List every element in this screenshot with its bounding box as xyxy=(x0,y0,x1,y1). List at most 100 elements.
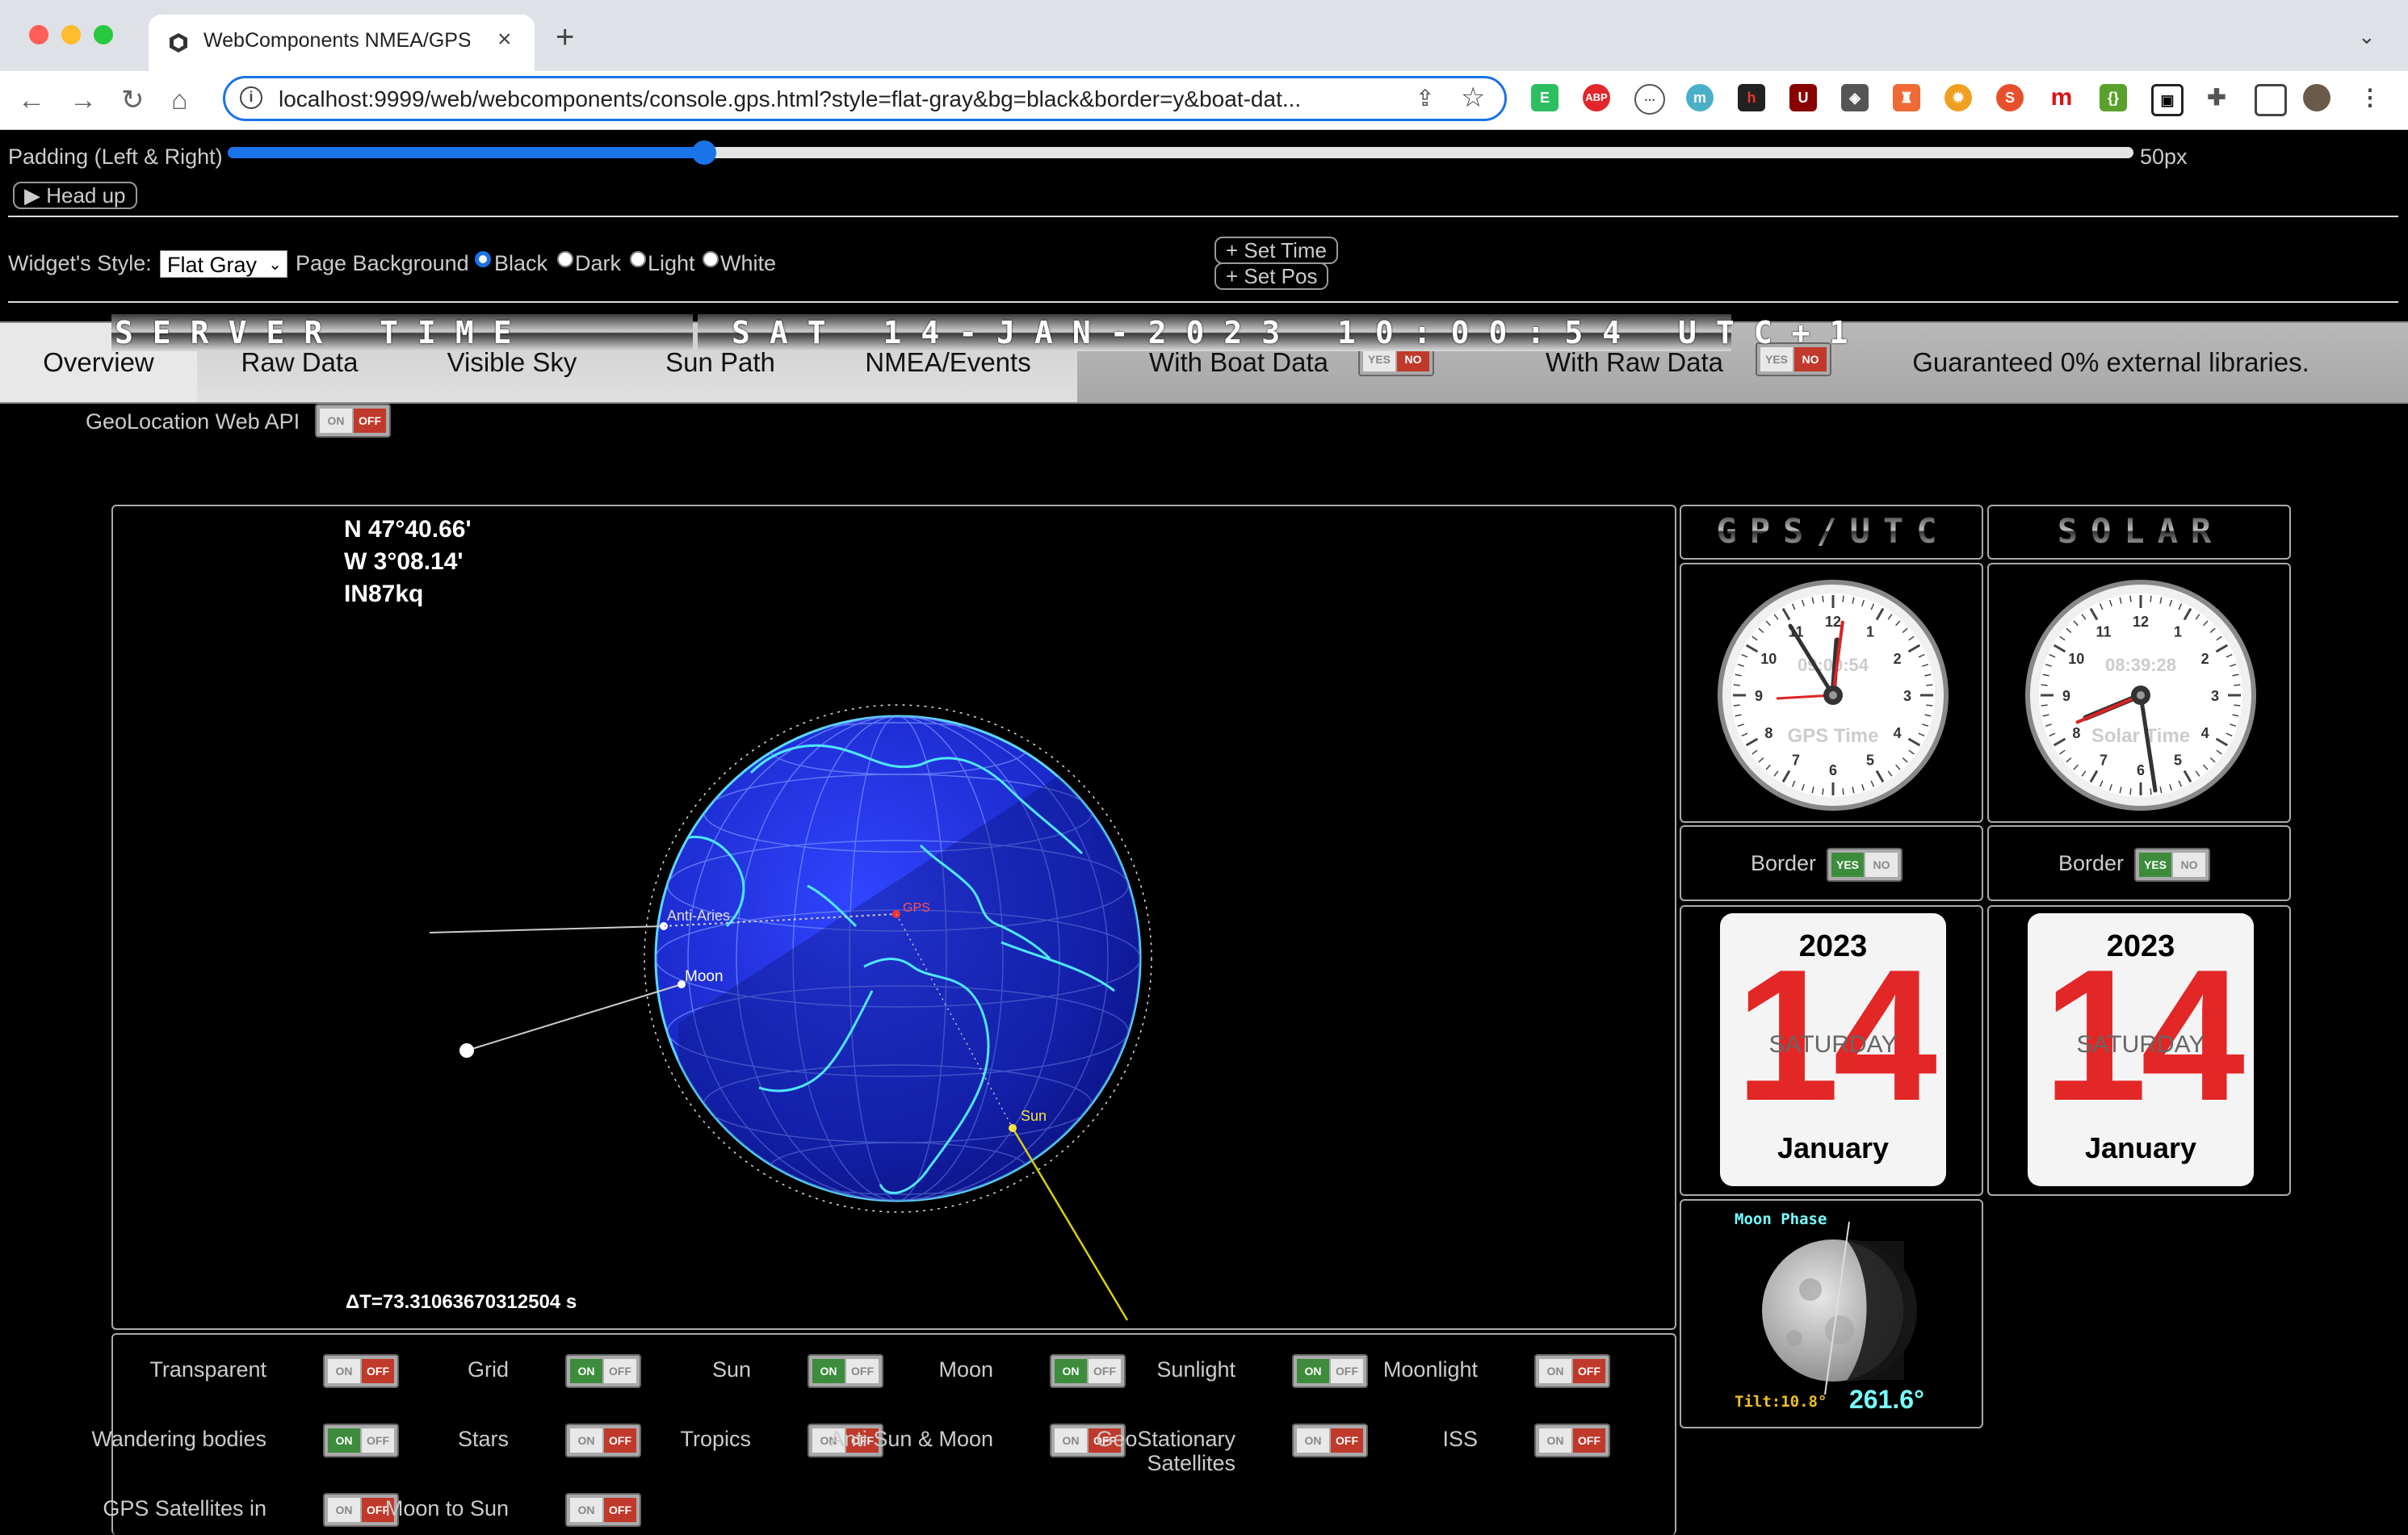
option-label: Tropics xyxy=(680,1427,751,1451)
gps-time-caption: GPS Time xyxy=(1788,725,1879,747)
calendar-weekday: SATURDAY xyxy=(2076,1031,2205,1058)
option-label: Grid xyxy=(467,1357,509,1382)
chevron-down-icon: ⌄ xyxy=(268,256,282,274)
calendar-month: January xyxy=(2084,1131,2197,1164)
set-position-button[interactable]: + Set Pos xyxy=(1214,262,1329,290)
option-label: Sunlight xyxy=(1156,1357,1235,1382)
evernote-extension-icon[interactable]: E xyxy=(1531,84,1558,111)
bg-black-radio[interactable] xyxy=(475,251,491,267)
extensions-puzzle-icon[interactable]: ✚ xyxy=(2203,84,2230,111)
puzzle-extension-icon[interactable]: ◈ xyxy=(1841,84,1869,111)
svg-text:3: 3 xyxy=(1903,688,1911,704)
solar-header: SOLAR xyxy=(1989,511,2293,551)
bg-light-label: Light xyxy=(648,251,695,275)
svg-text:1: 1 xyxy=(2174,623,2182,640)
home-icon[interactable]: ⌂ xyxy=(171,84,188,116)
tab-close-icon[interactable]: × xyxy=(497,26,512,53)
square-extension-icon[interactable]: ▣ xyxy=(2151,84,2184,116)
head-up-button[interactable]: ▶ Head up xyxy=(13,182,137,209)
svg-text:10: 10 xyxy=(2068,651,2084,667)
gear-extension-icon[interactable]: ✹ xyxy=(1944,84,1972,111)
h-extension-icon[interactable]: h xyxy=(1738,84,1765,111)
svg-text:11: 11 xyxy=(2095,623,2111,640)
minimize-window-button[interactable] xyxy=(61,25,81,44)
close-window-button[interactable] xyxy=(29,25,48,44)
sun-label: Sun xyxy=(1021,1108,1047,1124)
svg-text:6: 6 xyxy=(1829,762,1837,778)
option-label: Wandering bodies xyxy=(91,1427,266,1451)
reload-icon[interactable]: ↻ xyxy=(121,84,145,116)
svg-text:4: 4 xyxy=(1894,725,1902,741)
gps-border-toggle[interactable]: YES NO xyxy=(1827,848,1902,882)
svg-text:8: 8 xyxy=(1764,725,1772,741)
gps-clock-face: 123456789101112 09:00:54 GPS Time xyxy=(1718,580,1949,811)
profile-avatar[interactable] xyxy=(2303,84,2330,111)
svg-text:12: 12 xyxy=(2133,614,2149,630)
divider xyxy=(8,301,2398,303)
dev-extension-icon[interactable]: ⋯ xyxy=(1634,84,1665,115)
zoom-window-button[interactable] xyxy=(94,25,113,44)
geolocation-toggle[interactable]: ON OFF xyxy=(315,404,391,438)
gps-border-label: Border xyxy=(1751,851,1817,875)
site-info-icon[interactable]: i xyxy=(240,86,262,109)
bookmark-star-icon[interactable]: ☆ xyxy=(1461,82,1485,114)
ublock-extension-icon[interactable]: U xyxy=(1789,84,1817,111)
delta-t-text: ΔT=73.31063670312504 s xyxy=(346,1291,577,1313)
option-toggle[interactable]: ON OFF xyxy=(1534,1354,1610,1388)
globe-view[interactable]: Anti-Aries Moon GPS Sun xyxy=(113,506,1675,1328)
anti-aries-label: Anti-Aries xyxy=(667,908,730,924)
option-label: Sun xyxy=(711,1357,751,1382)
gps-calendar-box: 2023 14 SATURDAY January xyxy=(1680,905,1983,1196)
widget-style-label: Widget's Style: xyxy=(8,251,152,275)
bg-light-radio[interactable] xyxy=(630,251,646,267)
back-arrow-icon[interactable]: ← xyxy=(18,84,45,116)
m-extension-icon[interactable]: m xyxy=(1686,84,1714,111)
m-red-extension-icon[interactable]: m xyxy=(2048,84,2075,111)
svg-text:5: 5 xyxy=(1866,753,1874,769)
moon-marker xyxy=(459,1043,474,1058)
tab-search-chevron-icon[interactable]: ⌄ xyxy=(2358,24,2376,49)
swirl-extension-icon[interactable]: S xyxy=(1996,84,2024,111)
padding-label: Padding (Left & Right) xyxy=(8,145,223,169)
option-toggle[interactable]: ON OFF xyxy=(565,1493,641,1527)
bg-black-label: Black xyxy=(494,251,548,275)
option-toggle[interactable]: ON OFF xyxy=(1534,1424,1610,1457)
display-options-panel: Transparent ON OFF Grid ON OFF Sun ON OFF Moon ON O… xyxy=(91,1333,1676,1535)
padding-slider[interactable] xyxy=(228,140,2133,165)
json-extension-icon[interactable]: {} xyxy=(2100,84,2127,111)
padding-slider-thumb[interactable] xyxy=(692,140,716,165)
svg-text:2: 2 xyxy=(2201,651,2209,667)
svg-text:2: 2 xyxy=(1894,651,1902,667)
moon-phase-image xyxy=(1762,1221,1917,1395)
forward-arrow-icon[interactable]: → xyxy=(69,84,97,116)
option-label: Transparent xyxy=(149,1357,266,1382)
solar-clock-face: 123456789101112 08:39:28 Solar Time xyxy=(2025,580,2256,811)
set-time-button[interactable]: + Set Time xyxy=(1214,237,1338,264)
server-time-label: SERVER TIME xyxy=(111,314,693,351)
solar-calendar: 2023 14 SATURDAY January xyxy=(2028,913,2254,1186)
solar-clock-box: 1 2 3 4 5 6 7 8 9 10 11 12 08:39:28 Solar Time xyxy=(1987,563,2291,823)
anti-aries-line xyxy=(429,925,665,933)
option-label: GPS Satellites in xyxy=(103,1496,266,1520)
bg-dark-radio[interactable] xyxy=(557,251,573,267)
svg-text:6: 6 xyxy=(2137,762,2145,778)
moon-phase-box: Moon Phase Tilt:10.8° 261.6° xyxy=(1680,1199,1983,1428)
solar-border-label: Border xyxy=(2058,851,2125,875)
gps-calendar: 2023 14 SATURDAY January xyxy=(1720,913,1946,1186)
divider xyxy=(8,216,2398,217)
padding-slider-fill xyxy=(228,147,704,158)
browser-tab[interactable]: WebComponents NMEA/GPS C × xyxy=(149,15,535,71)
lighthouse-extension-icon[interactable]: ♜ xyxy=(1893,84,1920,111)
option-label: Moon xyxy=(938,1357,993,1382)
side-panel-icon[interactable] xyxy=(2255,84,2287,116)
new-tab-icon[interactable]: + xyxy=(556,21,574,53)
solar-border-toggle[interactable]: YES NO xyxy=(2134,848,2210,882)
padding-value: 50px xyxy=(2140,145,2188,169)
address-bar[interactable]: i localhost:9999/web/webcomponents/conso… xyxy=(223,76,1507,121)
share-icon[interactable]: ⇪ xyxy=(1416,85,1434,111)
widget-style-select[interactable]: Flat Gray ⌄ xyxy=(160,250,287,278)
browser-menu-icon[interactable]: ⋮ xyxy=(2356,84,2384,111)
adblock-extension-icon[interactable]: ABP xyxy=(1583,84,1610,111)
widget-style-value: Flat Gray xyxy=(167,253,258,277)
bg-white-radio[interactable] xyxy=(703,251,719,267)
